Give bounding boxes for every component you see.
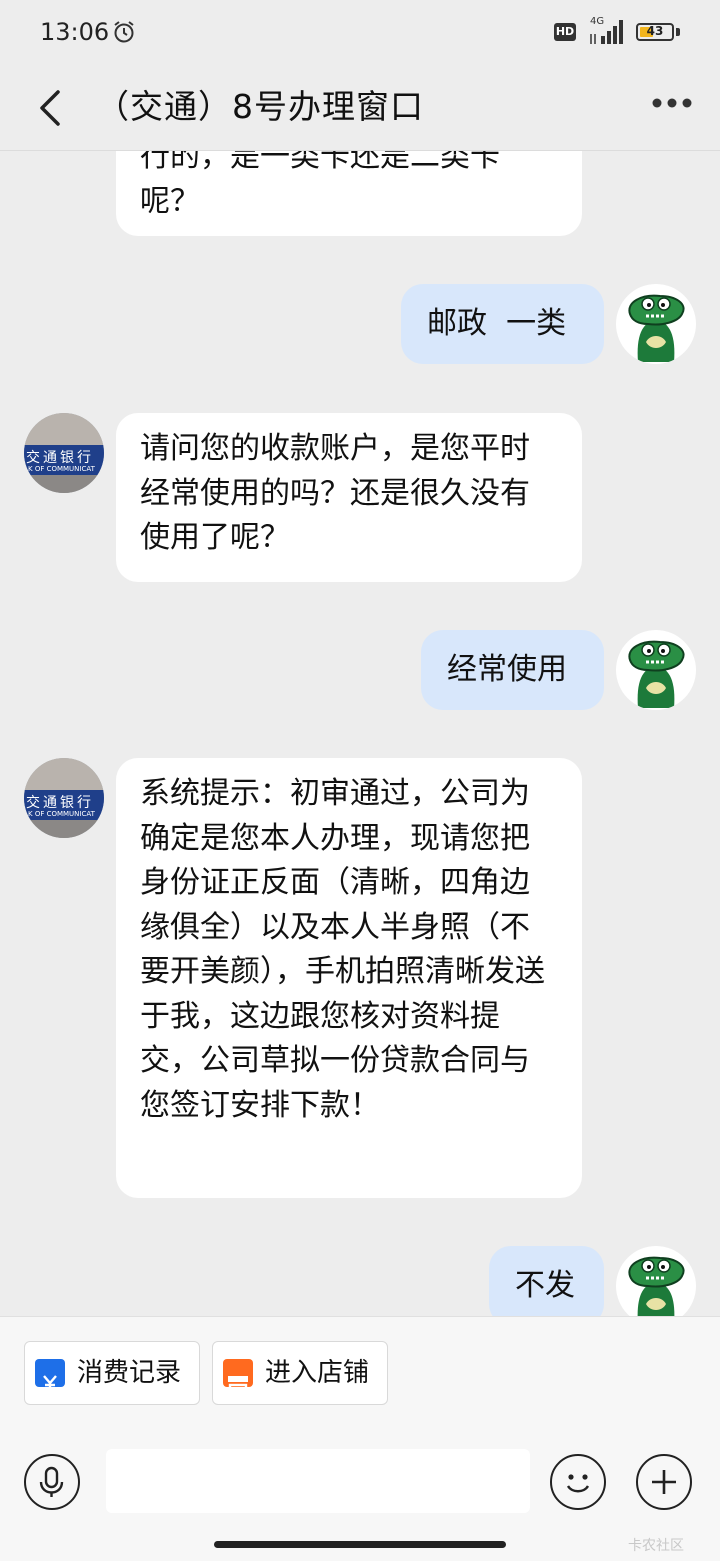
message-bubble-incoming[interactable]: 系统提示：初审通过，公司为确定是您本人办理，现请您把身份证正反面（清晰，四角边缘…	[116, 758, 582, 1198]
page-title: （交通）8号办理窗口	[96, 87, 424, 126]
bank-avatar-text: 交通银行	[26, 795, 94, 811]
bank-avatar[interactable]: 交通银行 K OF COMMUNICAT	[24, 758, 104, 838]
crocodile-avatar-icon	[628, 640, 685, 708]
bottom-panel: 消费记录 进入店铺 卡农社区	[0, 1316, 720, 1561]
battery-level: 43	[646, 24, 664, 38]
battery-tip	[676, 28, 680, 36]
message-text: 请问您的收款账户，是您平时经常使用的吗？还是很久没有使用了呢？	[140, 431, 530, 555]
crocodile-avatar-icon	[628, 1256, 685, 1316]
more-dots-icon[interactable]	[650, 96, 694, 110]
user-avatar[interactable]	[616, 284, 696, 364]
user-avatar[interactable]	[616, 630, 696, 710]
crocodile-avatar-icon	[628, 294, 685, 362]
chat-messages[interactable]: 行的，是一类卡还是二类卡呢？ 邮政 一类 交通银行 K OF COMMUNICA…	[0, 151, 720, 1316]
signal-icon	[590, 20, 623, 44]
plus-icon[interactable]	[636, 1454, 692, 1510]
hd-icon: HD	[554, 23, 576, 41]
consumption-record-button[interactable]: 消费记录	[24, 1341, 200, 1405]
alarm-icon	[114, 21, 134, 43]
watermark-text: 卡农社区	[628, 1538, 684, 1554]
battery-icon: 43	[636, 23, 674, 41]
message-text: 邮政 一类	[427, 306, 567, 341]
quick-action-label: 进入店铺	[265, 1358, 370, 1388]
avatar-bg	[24, 758, 104, 790]
microphone-icon[interactable]	[24, 1454, 80, 1510]
smiley-icon[interactable]	[550, 1454, 606, 1510]
chevron-left-icon[interactable]	[30, 84, 70, 132]
avatar-bg	[24, 820, 104, 838]
message-text: 不发	[515, 1268, 575, 1303]
bank-avatar[interactable]: 交通银行 K OF COMMUNICAT	[24, 413, 104, 493]
bank-avatar-subtext: K OF COMMUNICAT	[28, 465, 95, 473]
quick-action-label: 消费记录	[77, 1358, 182, 1388]
avatar-bg	[24, 413, 104, 445]
store-icon	[223, 1359, 253, 1394]
chat-header: （交通）8号办理窗口	[0, 66, 720, 151]
message-bubble-outgoing[interactable]: 经常使用	[421, 630, 604, 710]
enter-store-button[interactable]: 进入店铺	[212, 1341, 388, 1405]
message-text: 行的，是一类卡还是二类卡呢？	[140, 151, 500, 219]
status-time: 13:06	[40, 18, 110, 46]
bank-avatar-subtext: K OF COMMUNICAT	[28, 810, 95, 818]
message-input[interactable]	[106, 1449, 530, 1513]
message-text: 经常使用	[447, 652, 567, 687]
message-bubble-outgoing[interactable]: 不发	[489, 1246, 604, 1316]
message-text: 系统提示：初审通过，公司为确定是您本人办理，现请您把身份证正反面（清晰，四角边缘…	[140, 776, 545, 1123]
message-bubble-incoming[interactable]: 行的，是一类卡还是二类卡呢？	[116, 151, 582, 236]
user-avatar[interactable]	[616, 1246, 696, 1316]
status-bar: 13:06 HD 4G 43	[0, 0, 720, 66]
message-bubble-incoming[interactable]: 请问您的收款账户，是您平时经常使用的吗？还是很久没有使用了呢？	[116, 413, 582, 582]
message-bubble-outgoing[interactable]: 邮政 一类	[401, 284, 604, 364]
avatar-bg	[24, 475, 104, 493]
home-indicator[interactable]	[214, 1541, 506, 1548]
yuan-receipt-icon	[35, 1359, 65, 1393]
bank-avatar-text: 交通银行	[26, 450, 94, 466]
